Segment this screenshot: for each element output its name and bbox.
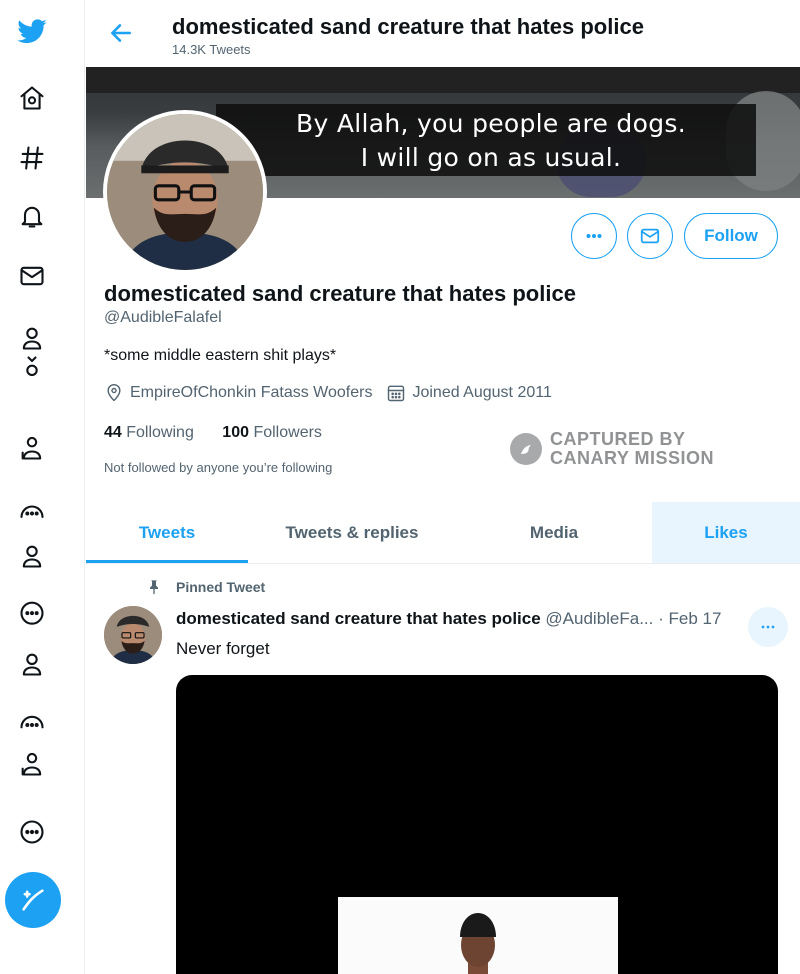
header-tweet-count: 14.3K Tweets: [172, 42, 251, 57]
tweet-media-video[interactable]: [176, 675, 778, 974]
followers-link[interactable]: 100 Followers: [222, 424, 322, 441]
profile-joined-date: Joined August 2011: [412, 384, 552, 401]
profile-name: domesticated sand creature that hates po…: [104, 281, 576, 306]
tweet-header: domesticated sand creature that hates po…: [176, 609, 721, 629]
pinned-text: Pinned Tweet: [176, 579, 266, 595]
followers-count: 100: [222, 424, 249, 441]
more-circle-icon[interactable]: [16, 494, 48, 526]
pin-icon: [150, 580, 158, 595]
more-horizontal-icon: [586, 233, 602, 239]
banner-caption-line2: I will go on as usual.: [360, 143, 622, 172]
profile-stats: 44 Following 100 Followers: [104, 424, 322, 442]
profile-location: EmpireOfChonkin Fatass Woofers: [130, 384, 373, 401]
explore-hashtag-icon[interactable]: [16, 142, 48, 174]
tweet-more-button[interactable]: [748, 607, 788, 647]
more-actions-button[interactable]: [571, 213, 617, 259]
profile-icon-partial[interactable]: [16, 352, 48, 384]
tweet-media-frame: [338, 897, 618, 974]
more-circle-icon-3[interactable]: [16, 702, 48, 734]
watermark-line2: CANARY MISSION: [550, 448, 715, 468]
follow-button[interactable]: Follow: [684, 213, 778, 259]
profile-avatar[interactable]: [103, 110, 267, 274]
profile-meta: EmpireOfChonkin Fatass Woofers Joined Au…: [104, 383, 552, 403]
not-followed-notice: Not followed by anyone you’re following: [104, 460, 333, 475]
twitter-logo-icon[interactable]: [16, 16, 48, 48]
more-horizontal-icon: [761, 625, 775, 629]
compose-quill-icon: [22, 889, 44, 911]
profile-handle: @AudibleFalafel: [104, 309, 222, 326]
tweet-date[interactable]: · Feb 17: [658, 609, 721, 628]
people-icon[interactable]: [16, 432, 48, 464]
following-link[interactable]: 44 Following: [104, 424, 194, 441]
profile-header-bar: domesticated sand creature that hates po…: [86, 0, 800, 67]
messages-envelope-icon[interactable]: [16, 260, 48, 292]
back-arrow-icon[interactable]: [108, 20, 136, 48]
tweet-author-name[interactable]: domesticated sand creature that hates po…: [176, 609, 541, 628]
profile-bio: *some middle eastern shit plays*: [104, 347, 337, 364]
header-title: domesticated sand creature that hates po…: [172, 14, 644, 39]
banner-caption-line1: By Allah, you people are dogs.: [296, 109, 686, 138]
tab-likes[interactable]: Likes: [652, 502, 800, 563]
calendar-icon: [388, 385, 405, 402]
tweet-text: Never forget: [176, 639, 270, 658]
location-pin-icon: [107, 383, 121, 402]
home-icon[interactable]: [16, 82, 48, 114]
profile-icon[interactable]: [16, 322, 48, 354]
canary-bird-icon: [510, 433, 542, 465]
tab-tweets[interactable]: Tweets: [86, 502, 248, 563]
watermark-line1: CAPTURED BY: [550, 429, 686, 449]
compose-tweet-button[interactable]: [5, 872, 61, 928]
profile-column: domesticated sand creature that hates po…: [86, 0, 800, 974]
notifications-bell-icon[interactable]: [16, 200, 48, 232]
followers-label: Followers: [253, 424, 322, 441]
more-circle-icon-2[interactable]: [16, 596, 48, 628]
pinned-tweet-label: Pinned Tweet: [146, 579, 265, 595]
profile-tabs: Tweets Tweets & replies Media Likes: [86, 502, 800, 564]
banner-caption: By Allah, you people are dogs. I will go…: [226, 107, 756, 175]
profile-icon-3[interactable]: [16, 648, 48, 680]
tweet-author-handle[interactable]: @AudibleFa...: [545, 609, 653, 628]
canary-mission-watermark: CAPTURED BY CANARY MISSION: [510, 430, 714, 468]
more-options-icon[interactable]: [16, 816, 48, 848]
tab-media[interactable]: Media: [456, 502, 652, 563]
people-icon-2[interactable]: [16, 748, 48, 780]
sidebar-nav: [0, 0, 85, 974]
pinned-tweet[interactable]: Pinned Tweet domesticated sand creature …: [86, 565, 800, 974]
profile-icon-2[interactable]: [16, 540, 48, 572]
message-button[interactable]: [627, 213, 673, 259]
envelope-icon: [640, 228, 660, 244]
tweet-author-avatar[interactable]: [104, 606, 162, 664]
following-label: Following: [126, 424, 194, 441]
tab-tweets-replies[interactable]: Tweets & replies: [248, 502, 456, 563]
following-count: 44: [104, 424, 122, 441]
